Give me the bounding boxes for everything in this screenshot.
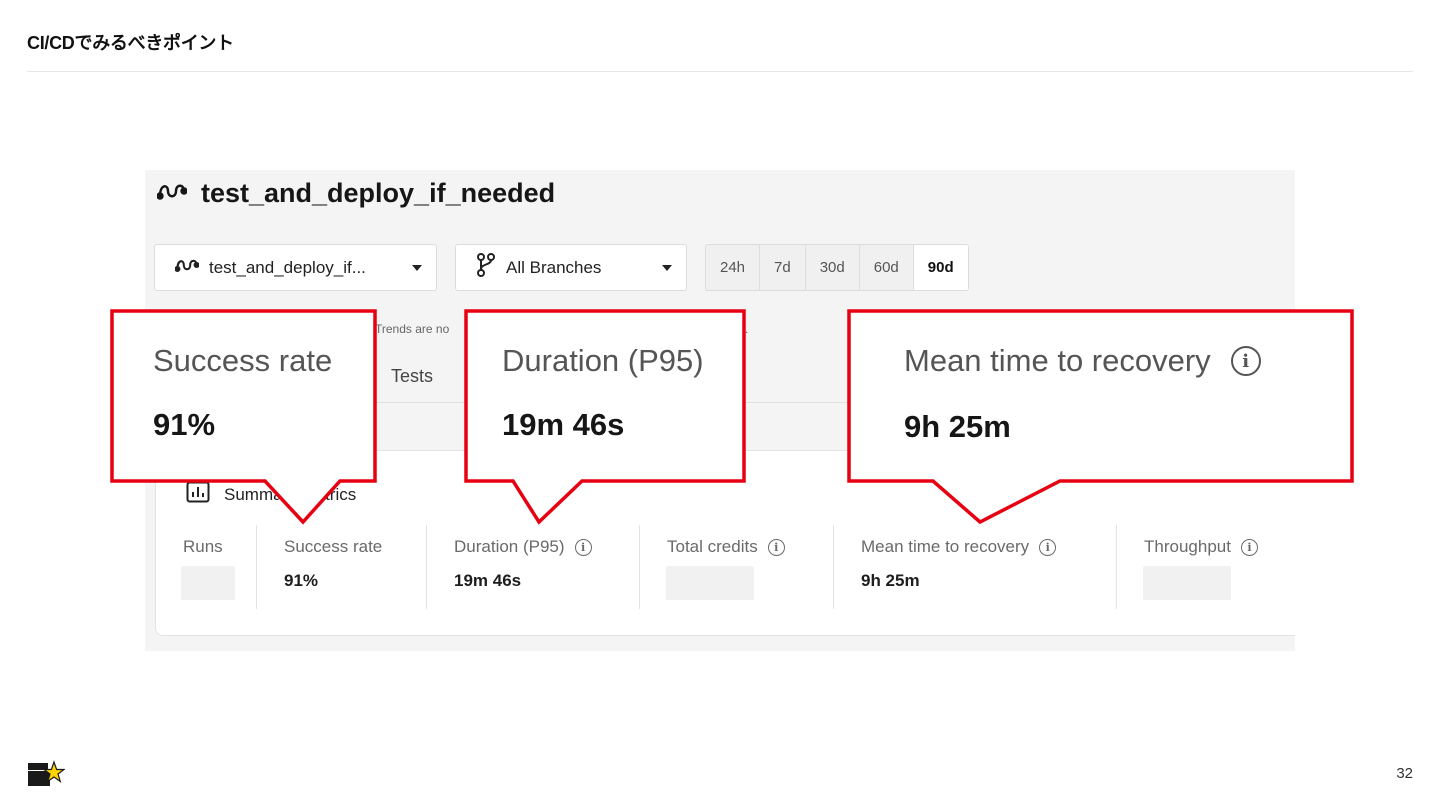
loading-placeholder	[181, 566, 235, 600]
metric-value: 9h 25m	[861, 571, 920, 590]
callout-value: 9h 25m	[904, 409, 1011, 444]
callout-mttr: Mean time to recovery i 9h 25m	[904, 343, 1261, 445]
trends-note-text: Trends are no	[375, 322, 450, 336]
page-number: 32	[1396, 765, 1413, 782]
teamlab-logo	[28, 760, 65, 786]
metric-label: Throughput	[1144, 537, 1231, 556]
info-icon: i	[1230, 346, 1261, 376]
metric-label: Total credits	[667, 537, 758, 556]
workflow-dropdown-label: test_and_deploy_if...	[209, 257, 366, 277]
metric-value: 19m 46s	[454, 571, 522, 590]
metric-total-credits: Total credits i	[639, 525, 833, 609]
workflow-header: test_and_deploy_if_needed	[156, 178, 556, 209]
range-30d[interactable]: 30d	[806, 245, 860, 290]
range-24h[interactable]: 24h	[706, 245, 761, 290]
loading-placeholder	[1143, 566, 1231, 600]
metric-runs: Runs	[156, 525, 256, 609]
callout-success: Success rate 91%	[153, 343, 332, 443]
metric-label: Runs	[183, 537, 223, 556]
info-icon[interactable]: i	[767, 538, 785, 556]
summary-title: Summary metrics	[224, 484, 357, 504]
trends-note-tail: .	[745, 322, 749, 336]
callout-label: Mean time to recovery	[904, 343, 1211, 378]
metric-label: Success rate	[284, 537, 383, 556]
callout-value: 19m 46s	[502, 407, 625, 442]
metric-success-rate: Success rate 91%	[256, 525, 426, 609]
slide-title: CI/CDでみるべきポイント	[27, 33, 234, 53]
branch-dropdown-label: All Branches	[506, 257, 602, 277]
metric-duration: Duration (P95) i 19m 46s	[426, 525, 639, 609]
info-icon[interactable]: i	[1240, 538, 1258, 556]
branch-dropdown[interactable]: All Branches	[455, 244, 687, 291]
metric-throughput: Throughput i	[1116, 525, 1295, 609]
workflow-dropdown[interactable]: test_and_deploy_if...	[154, 244, 437, 291]
callout-label: Success rate	[153, 343, 333, 378]
tab-tests[interactable]: Tests	[391, 366, 433, 387]
info-icon[interactable]: i	[1039, 538, 1057, 556]
loading-placeholder	[666, 566, 754, 600]
trends-note: Trends are no	[375, 322, 449, 336]
callout-value: 91%	[153, 407, 216, 442]
range-90d[interactable]: 90d	[913, 245, 968, 290]
callout-duration: Duration (P95) 19m 46s	[502, 343, 704, 443]
metric-label: Mean time to recovery	[861, 537, 1030, 556]
metric-label: Duration (P95)	[454, 537, 565, 556]
git-branch-icon	[476, 253, 496, 282]
caret-down-icon	[662, 264, 672, 271]
metric-mttr: Mean time to recovery i 9h 25m	[833, 525, 1116, 609]
bar-chart-icon	[186, 481, 210, 508]
title-divider	[27, 71, 1413, 72]
range-7d[interactable]: 7d	[760, 245, 806, 290]
range-60d[interactable]: 60d	[860, 245, 914, 290]
workflow-icon	[156, 180, 188, 207]
info-icon[interactable]: i	[574, 538, 592, 556]
summary-metrics-card: Summary metrics Runs Success rate 91% Du…	[155, 450, 1295, 636]
callout-label: Duration (P95)	[502, 343, 704, 378]
summary-header: Summary metrics	[186, 481, 356, 508]
workflow-icon	[174, 256, 200, 279]
workflow-title: test_and_deploy_if_needed	[201, 178, 556, 208]
metric-value: 91%	[284, 571, 319, 590]
time-range-selector: 24h 7d 30d 60d 90d	[705, 244, 969, 291]
caret-down-icon	[412, 264, 422, 271]
